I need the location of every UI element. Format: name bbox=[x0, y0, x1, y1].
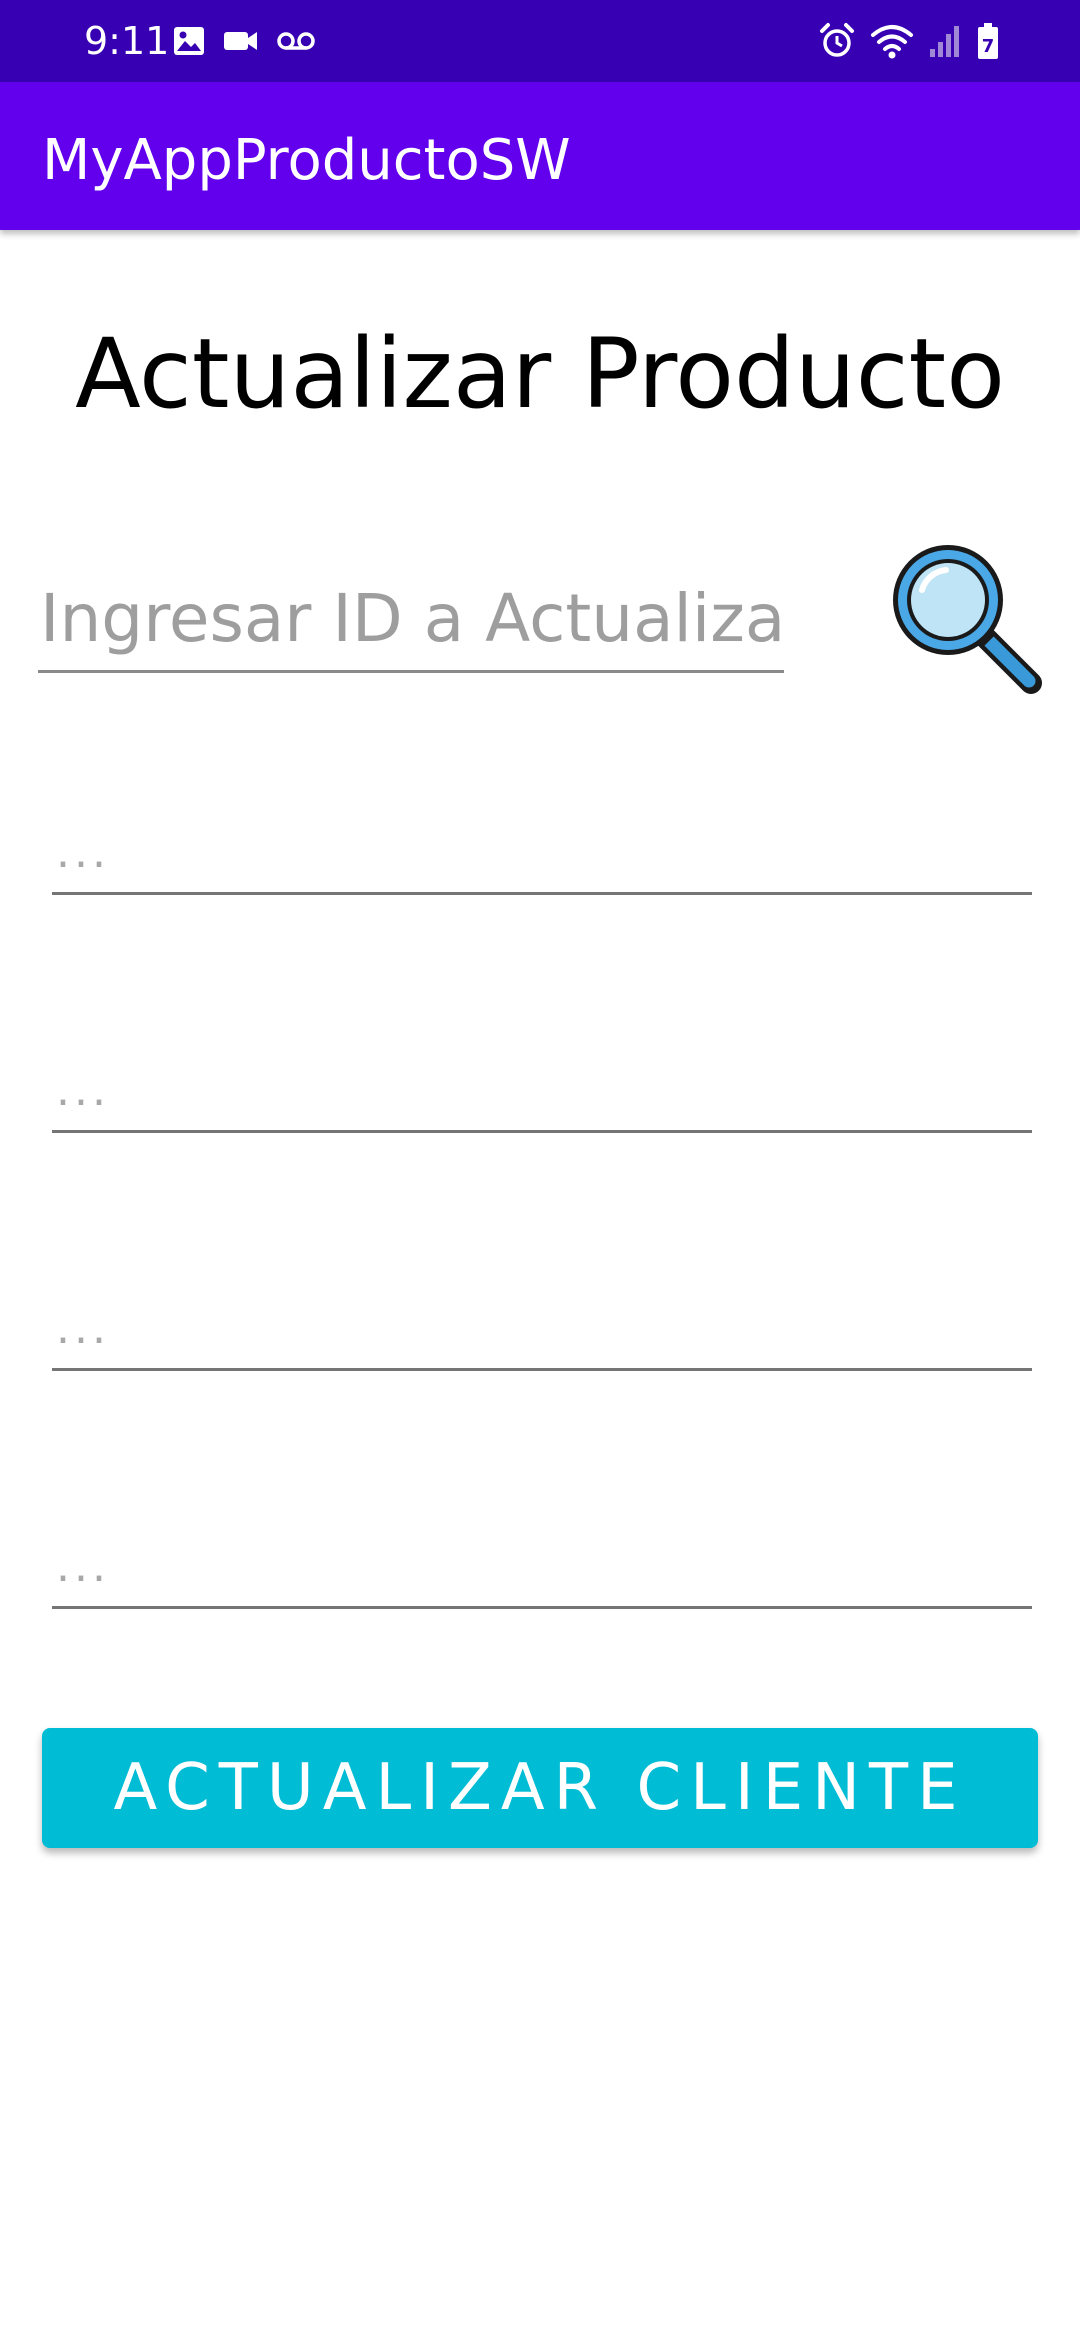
magnifying-glass-icon bbox=[893, 545, 1042, 694]
status-time: 9:11 bbox=[84, 19, 170, 63]
id-input[interactable] bbox=[38, 566, 784, 673]
product-field-1[interactable] bbox=[52, 812, 1032, 895]
svg-text:7: 7 bbox=[982, 36, 995, 57]
battery-icon: 7 bbox=[978, 23, 998, 59]
signal-icon bbox=[930, 26, 959, 57]
app-title: MyAppProductoSW bbox=[42, 128, 571, 193]
status-right-icons: 7 bbox=[818, 20, 1000, 62]
image-icon bbox=[174, 27, 204, 55]
product-field-4[interactable] bbox=[52, 1526, 1032, 1609]
search-button[interactable] bbox=[886, 538, 1042, 694]
status-left-icons bbox=[172, 22, 316, 60]
product-field-3[interactable] bbox=[52, 1288, 1032, 1371]
update-button[interactable]: ACTUALIZAR CLIENTE bbox=[42, 1728, 1038, 1848]
voicemail-icon bbox=[277, 32, 315, 50]
alarm-icon bbox=[820, 23, 854, 57]
app-bar: MyAppProductoSW bbox=[0, 82, 1080, 230]
product-field-2[interactable] bbox=[52, 1050, 1032, 1133]
status-bar: 9:11 7 bbox=[0, 0, 1080, 82]
video-camera-icon bbox=[224, 32, 257, 50]
wifi-icon bbox=[871, 25, 913, 59]
page-title: Actualizar Producto bbox=[75, 318, 1005, 430]
